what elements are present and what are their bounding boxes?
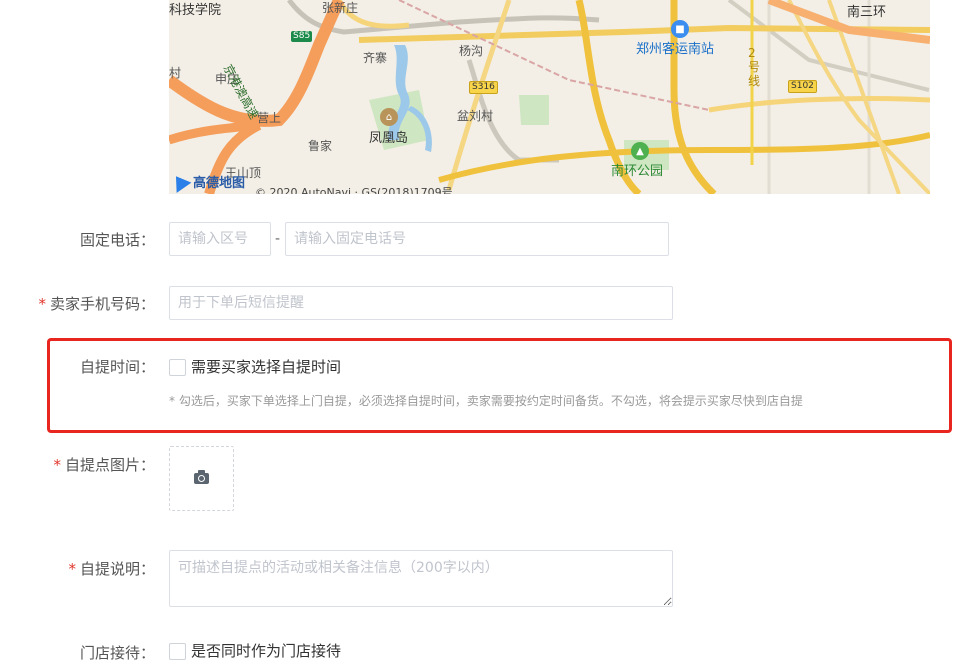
road-shield-s316: S316 [469,81,498,94]
required-mark: * [53,456,61,474]
map-label-nanhuan-park: 南环公园 [611,164,664,179]
mobile-label: * 卖家手机号码： [0,294,155,314]
map-label-cun: 村 [169,66,182,80]
pickup-image-label: * 自提点图片： [0,455,155,475]
map-label-penliucun: 盆刘村 [457,109,494,123]
map-logo-text: 高德地图 [193,176,246,191]
pickup-time-checkbox[interactable] [169,359,186,376]
map-label-school: 科技学院 [169,3,222,18]
landline-label: 固定电话： [79,231,155,249]
amap-arrow-icon [169,170,192,193]
map-label-nansanhuan: 南三环 [847,5,887,20]
road-shield-s85: S85 [291,31,313,42]
area-code-input[interactable] [169,222,271,256]
pickup-time-hint: * 勾选后，买家下单选择上门自提，必须选择自提时间，卖家需要按约定时间备货。不勾… [169,394,803,408]
road-shield-s102: S102 [788,80,817,93]
landline-dash: - [275,231,281,247]
map-label-fenghuangdao: 凤凰岛 [369,131,409,146]
pickup-time-checkbox-text[interactable]: 需要买家选择自提时间 [191,357,341,377]
image-upload-button[interactable] [169,446,234,511]
map-label-station: 郑州客运南站 [636,42,715,57]
map-label-metro-line2: 2号线 [748,46,761,88]
map-logo: 高德地图 [169,170,246,193]
required-mark: * [68,560,76,578]
store-reception-checkbox-text[interactable]: 是否同时作为门店接待 [191,641,341,661]
bus-station-icon: ■ [671,20,689,38]
pickup-time-label: 自提时间： [79,358,155,376]
mobile-phone-input[interactable] [169,286,673,320]
pickup-desc-label: * 自提说明： [0,559,155,579]
map-label-qizhai: 齐寨 [363,51,388,65]
highlight-box [47,338,952,433]
pickup-desc-label-text: 自提说明： [79,560,155,578]
map-view[interactable]: 科技学院 张新庄 南三环 ■ 郑州客运南站 S85 齐寨 杨沟 村 申庄 京港澳… [169,0,930,194]
camera-icon [194,470,209,484]
required-mark: * [38,295,46,313]
landline-number-input[interactable] [285,222,669,256]
store-reception-checkbox[interactable] [169,643,186,660]
landmark-icon: ⌂ [380,108,398,126]
map-label-yanggou: 杨沟 [459,44,484,58]
pickup-image-label-text: 自提点图片： [64,456,155,474]
store-reception-label: 门店接待： [79,644,155,662]
map-label-lujia: 鲁家 [308,139,333,153]
park-tree-icon: ▲ [631,142,649,160]
map-copyright: © 2020 AutoNavi · GS(2018)1709号 [255,186,453,194]
pickup-desc-textarea[interactable] [169,550,673,607]
map-roads [169,0,930,194]
map-label-yingshang: 营上 [257,111,282,125]
map-label-zhangxinzhuang: 张新庄 [322,1,359,15]
mobile-label-text: 卖家手机号码： [49,295,155,313]
